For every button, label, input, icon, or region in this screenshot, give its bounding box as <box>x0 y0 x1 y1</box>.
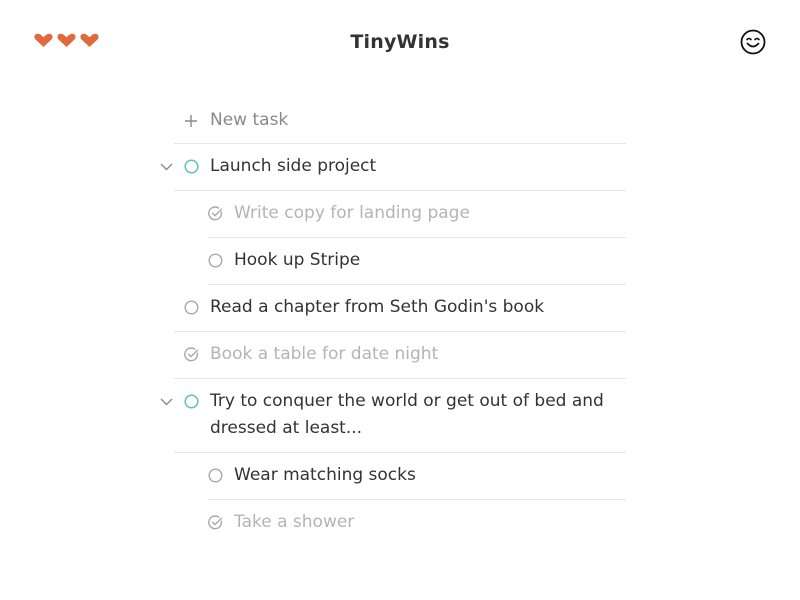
open-circle-icon[interactable] <box>208 247 234 274</box>
chevron-down-icon[interactable] <box>160 388 174 415</box>
open-circle-icon[interactable] <box>208 462 234 489</box>
task-title[interactable]: Read a chapter from Seth Godin's book <box>210 294 544 321</box>
subtask-row[interactable]: Write copy for landing page <box>208 191 626 238</box>
open-circle-icon[interactable] <box>174 153 210 180</box>
open-circle-icon[interactable] <box>174 388 210 415</box>
check-circle-icon[interactable] <box>174 341 210 368</box>
task-row[interactable]: Try to conquer the world or get out of b… <box>160 379 626 453</box>
task-list: New task Launch side project Write copy … <box>160 98 626 546</box>
subtask-row[interactable]: Hook up Stripe <box>208 238 626 285</box>
task-title[interactable]: Try to conquer the world or get out of b… <box>210 388 610 442</box>
app-header: TinyWins <box>0 0 800 86</box>
new-task-label[interactable]: New task <box>210 107 288 134</box>
plus-icon[interactable] <box>174 114 210 128</box>
smiley-icon[interactable] <box>739 28 767 56</box>
check-circle-icon[interactable] <box>208 200 234 227</box>
task-row[interactable]: Book a table for date night <box>174 332 626 379</box>
new-task-row[interactable]: New task <box>174 98 626 144</box>
check-circle-icon[interactable] <box>208 509 234 536</box>
task-row[interactable]: Launch side project <box>160 144 626 191</box>
subtask-row[interactable]: Take a shower <box>208 500 626 546</box>
open-circle-icon[interactable] <box>174 294 210 321</box>
task-title[interactable]: Wear matching socks <box>234 462 416 489</box>
task-title[interactable]: Write copy for landing page <box>234 200 470 227</box>
app-title: TinyWins <box>350 31 450 53</box>
task-title[interactable]: Book a table for date night <box>210 341 438 368</box>
subtask-row[interactable]: Wear matching socks <box>208 453 626 500</box>
task-title[interactable]: Take a shower <box>234 509 354 536</box>
task-title[interactable]: Hook up Stripe <box>234 247 360 274</box>
task-row[interactable]: Read a chapter from Seth Godin's book <box>174 285 626 332</box>
chevron-down-icon[interactable] <box>160 153 174 180</box>
task-title[interactable]: Launch side project <box>210 153 376 180</box>
